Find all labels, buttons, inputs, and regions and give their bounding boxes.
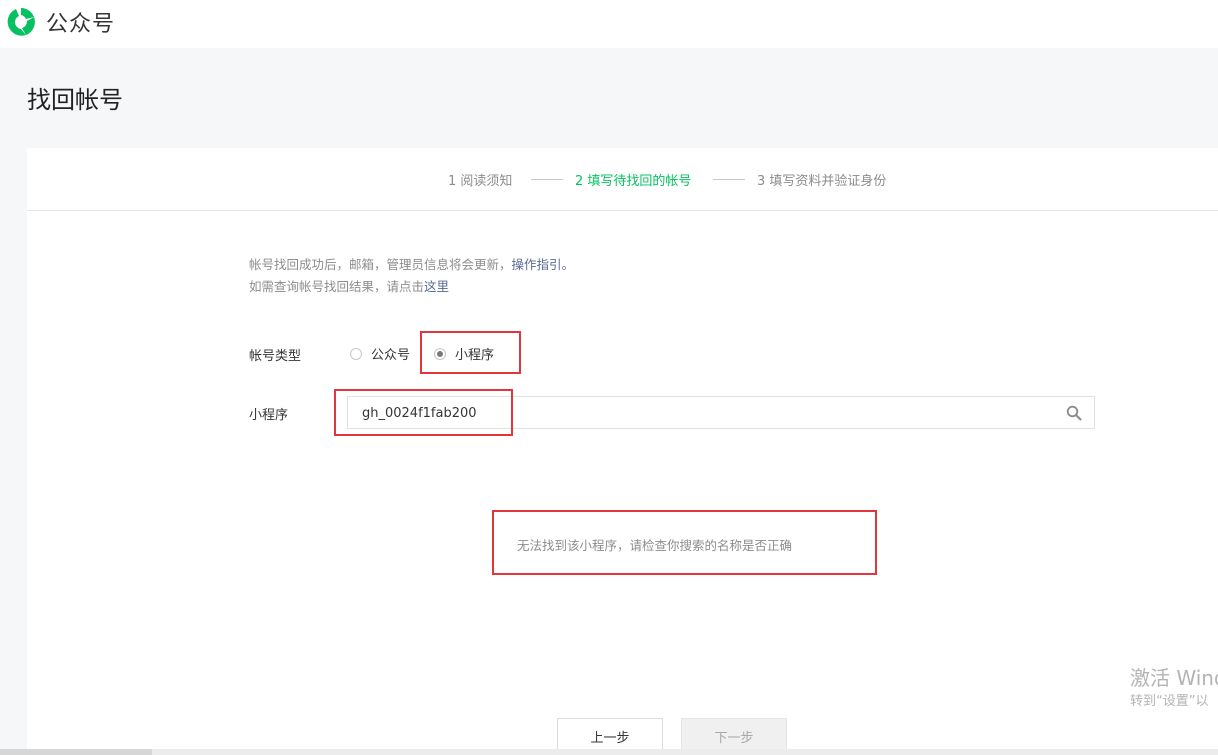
radio-label: 公众号	[371, 348, 411, 363]
search-icon[interactable]	[1066, 405, 1082, 421]
step-divider	[713, 179, 745, 180]
activate-windows-hint: 转到“设置”以	[1130, 694, 1209, 709]
scrollbar-thumb[interactable]	[0, 749, 152, 755]
step-indicator: 1 阅读须知 2 填写待找回的帐号 3 填写资料并验证身份	[27, 148, 1218, 211]
step-1: 1 阅读须知	[448, 174, 513, 189]
guide-link[interactable]: 操作指引。	[512, 257, 575, 272]
top-bar: 公众号	[0, 0, 1218, 48]
highlight-mini-program-radio	[420, 331, 521, 374]
activate-windows-watermark: 激活 Wind	[1130, 666, 1218, 690]
highlight-search-value	[334, 389, 513, 436]
horizontal-scrollbar[interactable]	[0, 749, 1218, 755]
wechat-logo-icon[interactable]	[4, 5, 38, 39]
notice-text-2: 如需查询帐号找回结果，请点击	[249, 279, 425, 294]
step-divider	[531, 179, 563, 180]
account-type-label: 帐号类型	[249, 349, 302, 364]
notice-line-1: 帐号找回成功后，邮箱，管理员信息将会更新，操作指引。	[249, 254, 574, 273]
notice-line-2: 如需查询帐号找回结果，请点击这里	[249, 276, 449, 295]
page-title: 找回帐号	[27, 86, 123, 114]
mini-program-label: 小程序	[249, 408, 289, 423]
brand-title[interactable]: 公众号	[46, 6, 115, 38]
radio-circle[interactable]	[350, 347, 362, 360]
here-link[interactable]: 这里	[424, 279, 449, 294]
highlight-error-message	[492, 510, 877, 575]
step-2-active: 2 填写待找回的帐号	[575, 174, 692, 189]
step-3: 3 填写资料并验证身份	[757, 174, 887, 189]
radio-official-account[interactable]: 公众号	[350, 344, 410, 363]
notice-text-1: 帐号找回成功后，邮箱，管理员信息将会更新，	[249, 257, 512, 272]
recovery-card: 1 阅读须知 2 填写待找回的帐号 3 填写资料并验证身份 帐号找回成功后，邮箱…	[27, 148, 1218, 755]
